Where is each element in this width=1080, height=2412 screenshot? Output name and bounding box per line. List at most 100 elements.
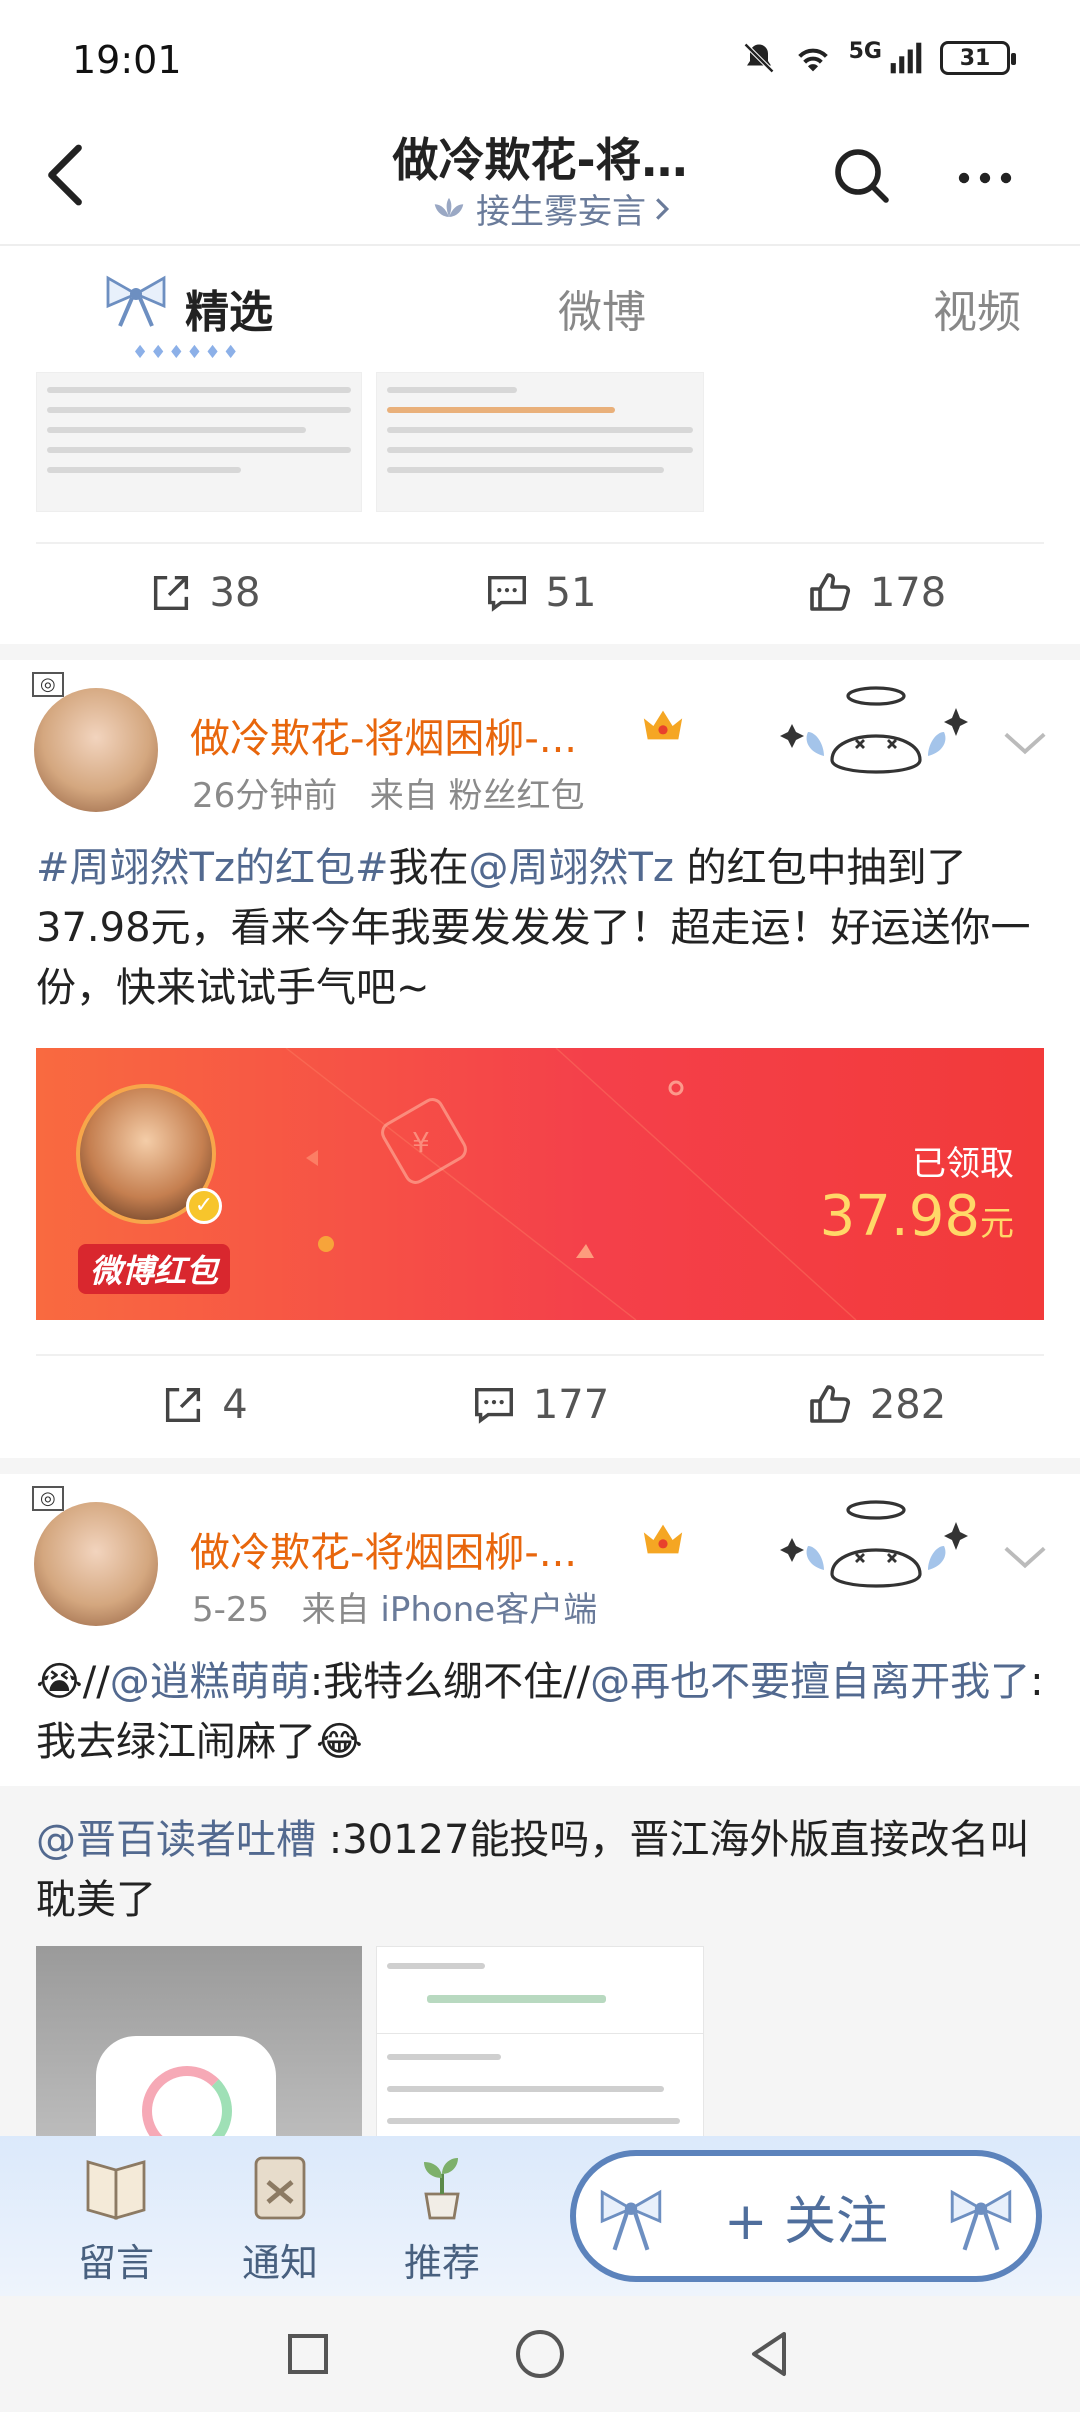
back-button[interactable] <box>30 140 100 210</box>
post-source[interactable]: iPhone客户端 <box>380 1590 597 1630</box>
screenshot-line <box>387 1963 485 1969</box>
crown-badge-icon[interactable] <box>640 706 686 746</box>
status-icons: 5G 31 <box>741 39 1016 76</box>
topic-link[interactable]: #周翊然Tz的红包# <box>36 845 388 891</box>
recommend-button[interactable]: 推荐 <box>382 2146 502 2287</box>
signal-icon <box>890 42 922 74</box>
share-icon <box>166 1387 201 1423</box>
follow-button[interactable]: + 关注 <box>570 2150 1042 2282</box>
cat-angel-decoration-icon <box>780 1500 968 1588</box>
comment-button[interactable]: 177 <box>372 1356 708 1454</box>
crown-badge-icon[interactable] <box>640 1520 686 1560</box>
comment-count: 51 <box>545 570 597 616</box>
page-title: 做冷欺花-将… <box>392 133 688 187</box>
lotus-icon <box>434 197 464 217</box>
book-icon <box>86 2160 146 2220</box>
mention-link[interactable]: @晋百读者吐槽 <box>36 1817 316 1863</box>
battery-icon: 31 <box>940 41 1016 75</box>
battery-level: 31 <box>959 45 991 71</box>
repost-count: 4 <box>222 1382 248 1428</box>
username[interactable]: 做冷欺花-将烟困柳-... <box>190 1520 577 1578</box>
post-text: 😭//@逍糕萌萌:我特么绷不住//@再也不要擅自离开我了:我去绿江闹麻了😂 <box>36 1652 1044 1772</box>
notification-button[interactable]: 通知 <box>220 2146 340 2287</box>
post-text: #周翊然Tz的红包#我在@周翊然Tz 的红包中抽到了37.98元，看来今年我要发… <box>36 838 1044 1018</box>
message-label: 留言 <box>77 2241 154 2285</box>
tab-active-indicator: ♦♦♦♦♦♦ <box>132 342 241 363</box>
comment-count: 177 <box>532 1382 610 1428</box>
recents-square-icon[interactable] <box>278 2324 338 2384</box>
repost-button[interactable]: 4 <box>36 1356 372 1454</box>
avatar[interactable] <box>34 688 158 812</box>
source-prefix: 来自 <box>369 776 438 816</box>
crying-emoji: 😭 <box>36 1659 83 1705</box>
prev-post-images <box>36 372 704 512</box>
parcel-icon <box>254 2156 306 2220</box>
back-triangle-icon[interactable] <box>740 2324 800 2384</box>
divider <box>0 1458 1080 1474</box>
verified-icon: ✓ <box>186 1188 222 1224</box>
mention-link[interactable]: @逍糕萌萌 <box>110 1659 310 1705</box>
image-thumbnail[interactable] <box>36 372 362 512</box>
like-count: 282 <box>869 1382 947 1428</box>
more-button[interactable] <box>950 150 1020 206</box>
red-packet-card[interactable]: ¥ ✓ 微博红包 已领取 37.98元 <box>36 1048 1044 1320</box>
post-time: 5-25 <box>192 1590 270 1630</box>
share-icon <box>153 575 188 611</box>
feed: 38 51 178 ◎ 做冷欺花-将烟困柳-... 26分钟前 来自 粉丝红包 … <box>0 372 1080 2136</box>
cat-angel-decoration-icon <box>780 686 968 774</box>
repost-button[interactable]: 38 <box>36 544 372 642</box>
tab-video[interactable]: 视频 <box>933 276 1021 340</box>
bow-decoration-icon <box>106 275 166 327</box>
message-button[interactable]: 留言 <box>56 2146 176 2287</box>
avatar-badge: ◎ <box>32 1486 64 1511</box>
chevron-down-icon[interactable] <box>1000 722 1050 762</box>
avatar[interactable] <box>34 1502 158 1626</box>
red-packet-amount: 37.98元 <box>820 1184 1014 1249</box>
system-nav-bar <box>0 2296 1080 2412</box>
chevron-down-icon[interactable] <box>1000 1536 1050 1576</box>
quoted-text: @晋百读者吐槽 :30127能投吗，晋江海外版直接改名叫耽美了 <box>36 1810 1044 1930</box>
post-source: 粉丝红包 <box>448 776 585 816</box>
post-text-segment: 我在 <box>388 845 469 891</box>
tab-weibo[interactable]: 微博 <box>558 276 646 340</box>
like-button[interactable]: 178 <box>708 544 1044 642</box>
quoted-post[interactable]: @晋百读者吐槽 :30127能投吗，晋江海外版直接改名叫耽美了 <box>0 1786 1080 2136</box>
like-button[interactable]: 282 <box>708 1356 1044 1454</box>
quoted-image[interactable] <box>36 1946 362 2136</box>
plant-pot-icon <box>424 2158 460 2220</box>
screenshot-line <box>387 2054 502 2060</box>
back-arrow-icon <box>48 144 82 206</box>
comment-button[interactable]: 51 <box>372 544 708 642</box>
repost-count: 38 <box>209 570 261 616</box>
subtitle-text: 接生雾妄言 <box>476 192 646 232</box>
post-actions: 4 177 282 <box>36 1354 1044 1454</box>
status-bar: 19:01 5G 31 <box>0 0 1080 120</box>
home-circle-icon[interactable] <box>510 2324 570 2384</box>
username[interactable]: 做冷欺花-将烟困柳-... <box>190 706 577 764</box>
mention-link[interactable]: @再也不要擅自离开我了 <box>590 1659 1030 1705</box>
more-dots-icon <box>958 172 1012 184</box>
chevron-right-icon <box>656 197 670 220</box>
like-count: 178 <box>869 570 947 616</box>
image-thumbnail[interactable] <box>376 372 704 512</box>
page-subtitle[interactable]: 接生雾妄言 <box>400 184 700 233</box>
post-text-segment: :我特么绷不住// <box>309 1659 591 1705</box>
follow-label: + 关注 <box>723 2191 889 2252</box>
red-packet-status: 已领取 <box>912 1144 1014 1184</box>
post-meta: 5-25 来自 iPhone客户端 <box>192 1582 597 1631</box>
post-card[interactable]: ◎ 做冷欺花-将烟困柳-... 5-25 来自 iPhone客户端 😭//@逍糕… <box>0 1474 1080 2136</box>
screenshot-line <box>427 1995 607 2003</box>
mention-link[interactable]: @周翊然Tz <box>468 845 673 891</box>
search-button[interactable] <box>830 144 894 208</box>
post-meta: 26分钟前 来自 粉丝红包 <box>192 768 585 817</box>
post-text-segment: // <box>82 1659 110 1705</box>
red-packet-value: 37.98 <box>819 1184 980 1249</box>
quoted-screenshot[interactable] <box>376 1946 704 2136</box>
search-icon <box>835 149 889 203</box>
red-packet-unit: 元 <box>980 1204 1014 1244</box>
divider <box>0 644 1080 660</box>
tab-featured[interactable]: 精选 <box>185 276 273 340</box>
bottom-bar: 留言 通知 推荐 + 关注 <box>0 2136 1080 2296</box>
prev-post-actions: 38 51 178 <box>36 542 1044 642</box>
notification-label: 通知 <box>241 2241 318 2285</box>
